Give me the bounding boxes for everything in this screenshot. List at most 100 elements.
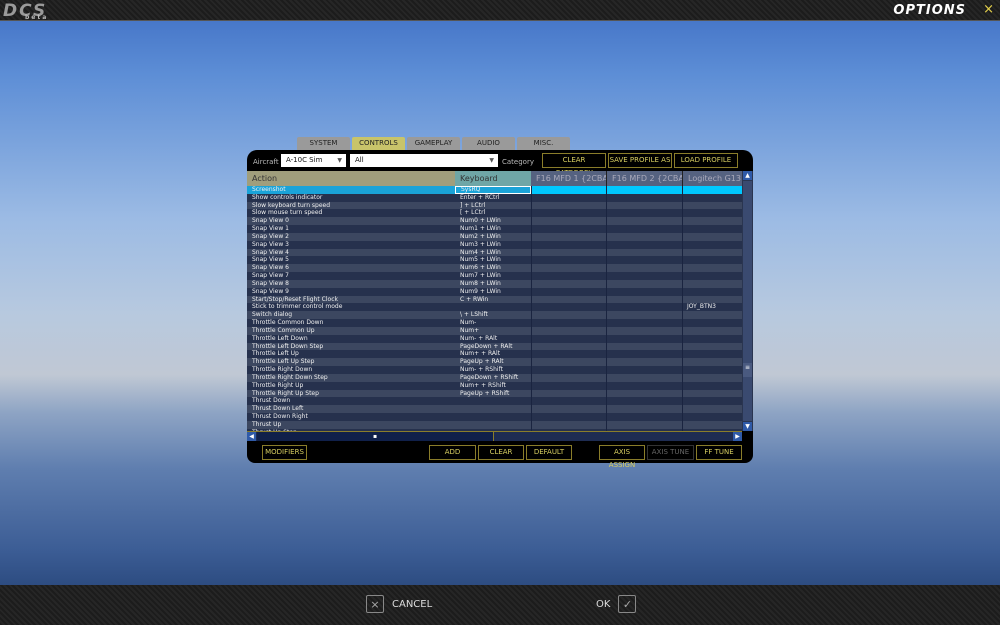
g13-cell[interactable]: [682, 382, 742, 390]
mfd2-cell[interactable]: [606, 288, 682, 296]
g13-cell[interactable]: [682, 397, 742, 405]
table-row[interactable]: Switch dialog \ + LShift: [247, 311, 742, 320]
mfd1-cell[interactable]: [531, 397, 606, 405]
mfd1-cell[interactable]: [531, 335, 606, 343]
table-row[interactable]: Throttle Left Down Num- + RAlt: [247, 334, 742, 343]
g13-cell[interactable]: [682, 194, 742, 202]
keyboard-cell[interactable]: \ + LShift: [455, 311, 531, 319]
mfd1-cell[interactable]: [531, 202, 606, 210]
action-cell[interactable]: Throttle Right Down Step: [247, 374, 455, 382]
load-profile-button[interactable]: LOAD PROFILE: [674, 153, 738, 168]
g13-cell[interactable]: [682, 225, 742, 233]
keyboard-cell[interactable]: Num-: [455, 319, 531, 327]
action-cell[interactable]: Throttle Left Up Step: [247, 358, 455, 366]
table-row[interactable]: Throttle Right Up Num+ + RShift: [247, 381, 742, 390]
action-cell[interactable]: Snap View 6: [247, 264, 455, 272]
axis-assign-button[interactable]: AXIS ASSIGN: [599, 445, 645, 469]
keyboard-cell[interactable]: [455, 303, 531, 311]
tab-audio[interactable]: AUDIO: [462, 137, 515, 150]
mfd2-cell[interactable]: [606, 327, 682, 335]
action-cell[interactable]: Switch dialog: [247, 311, 455, 319]
ff-tune-button[interactable]: FF TUNE: [696, 445, 742, 460]
table-row[interactable]: Show controls indicator Enter + RCtrl: [247, 193, 742, 202]
column-header-mfd2[interactable]: F16 MFD 2 {2CBA: [606, 171, 682, 186]
mfd1-cell[interactable]: [531, 280, 606, 288]
mfd1-cell[interactable]: [531, 311, 606, 319]
g13-cell[interactable]: [682, 366, 742, 374]
keyboard-cell[interactable]: [ + LCtrl: [455, 209, 531, 217]
keyboard-cell[interactable]: PageUp + RAlt: [455, 358, 531, 366]
table-row[interactable]: Snap View 6 Num6 + LWin: [247, 264, 742, 273]
g13-cell[interactable]: [682, 374, 742, 382]
mfd1-cell[interactable]: [531, 303, 606, 311]
g13-cell[interactable]: [682, 209, 742, 217]
g13-cell[interactable]: [682, 186, 742, 194]
table-row[interactable]: Throttle Left Up Step PageUp + RAlt: [247, 358, 742, 367]
mfd1-cell[interactable]: [531, 225, 606, 233]
action-cell[interactable]: Throttle Right Up Step: [247, 390, 455, 398]
mfd1-cell[interactable]: [531, 217, 606, 225]
g13-cell[interactable]: [682, 343, 742, 351]
mfd1-cell[interactable]: [531, 186, 606, 194]
mfd1-cell[interactable]: [531, 209, 606, 217]
aircraft-select[interactable]: A-10C Sim ▼: [281, 154, 346, 167]
table-row[interactable]: Throttle Left Up Num+ + RAlt: [247, 350, 742, 359]
g13-cell[interactable]: [682, 327, 742, 335]
mfd1-cell[interactable]: [531, 249, 606, 257]
table-row[interactable]: Throttle Left Down Step PageDown + RAlt: [247, 342, 742, 351]
modifiers-button[interactable]: MODIFIERS: [262, 445, 307, 460]
save-profile-as-button[interactable]: SAVE PROFILE AS: [608, 153, 672, 168]
action-cell[interactable]: Snap View 7: [247, 272, 455, 280]
mfd1-cell[interactable]: [531, 194, 606, 202]
keyboard-cell[interactable]: ] + LCtrl: [455, 202, 531, 210]
tab-gameplay[interactable]: GAMEPLAY: [407, 137, 460, 150]
action-cell[interactable]: Slow mouse turn speed: [247, 209, 455, 217]
mfd1-cell[interactable]: [531, 413, 606, 421]
vertical-scrollbar[interactable]: ▲ ≡ ▼: [742, 171, 753, 431]
mfd2-cell[interactable]: [606, 421, 682, 429]
mfd2-cell[interactable]: [606, 350, 682, 358]
keyboard-cell[interactable]: PageDown + RShift: [455, 374, 531, 382]
keyboard-cell[interactable]: Num+ + RShift: [455, 382, 531, 390]
g13-cell[interactable]: JOY_BTN3: [682, 303, 742, 311]
cancel-button[interactable]: × CANCEL: [366, 595, 432, 613]
action-cell[interactable]: Thrust Up: [247, 421, 455, 429]
action-cell[interactable]: Throttle Common Down: [247, 319, 455, 327]
table-row[interactable]: Snap View 5 Num5 + LWin: [247, 256, 742, 265]
action-cell[interactable]: Snap View 2: [247, 233, 455, 241]
mfd2-cell[interactable]: [606, 264, 682, 272]
table-row[interactable]: Slow mouse turn speed[ + LCtrl: [247, 209, 742, 218]
table-row[interactable]: Snap View 3 Num3 + LWin: [247, 240, 742, 249]
mfd2-cell[interactable]: [606, 319, 682, 327]
table-row[interactable]: Throttle Common Down Num-: [247, 319, 742, 327]
keyboard-cell[interactable]: Num1 + LWin: [455, 225, 531, 233]
table-row[interactable]: Snap View 7 Num7 + LWin: [247, 272, 742, 280]
action-cell[interactable]: Throttle Left Down Step: [247, 343, 455, 351]
scroll-left-icon[interactable]: ◀: [247, 432, 256, 441]
table-row[interactable]: Throttle Right Down Step PageDown + RShif…: [247, 373, 742, 382]
mfd1-cell[interactable]: [531, 382, 606, 390]
mfd2-cell[interactable]: [606, 296, 682, 304]
table-row[interactable]: Snap View 8 Num8 + LWin: [247, 279, 742, 288]
action-cell[interactable]: Throttle Left Down: [247, 335, 455, 343]
action-cell[interactable]: Snap View 0: [247, 217, 455, 225]
g13-cell[interactable]: [682, 256, 742, 264]
mfd2-cell[interactable]: [606, 374, 682, 382]
keyboard-cell[interactable]: [455, 405, 531, 413]
mfd1-cell[interactable]: [531, 366, 606, 374]
action-cell[interactable]: Snap View 1: [247, 225, 455, 233]
scroll-track[interactable]: [743, 181, 752, 421]
scroll-up-icon[interactable]: ▲: [743, 171, 752, 180]
g13-cell[interactable]: [682, 335, 742, 343]
keyboard-cell[interactable]: Num2 + LWin: [455, 233, 531, 241]
action-cell[interactable]: Thrust Down Right: [247, 413, 455, 421]
mfd2-cell[interactable]: [606, 358, 682, 366]
keyboard-cell[interactable]: Num0 + LWin: [455, 217, 531, 225]
mfd1-cell[interactable]: [531, 319, 606, 327]
g13-cell[interactable]: [682, 288, 742, 296]
keyboard-cell[interactable]: Num4 + LWin: [455, 249, 531, 257]
mfd2-cell[interactable]: [606, 186, 682, 194]
mfd1-cell[interactable]: [531, 241, 606, 249]
table-row[interactable]: Screenshot SysRQ: [247, 186, 742, 194]
mfd1-cell[interactable]: [531, 390, 606, 398]
